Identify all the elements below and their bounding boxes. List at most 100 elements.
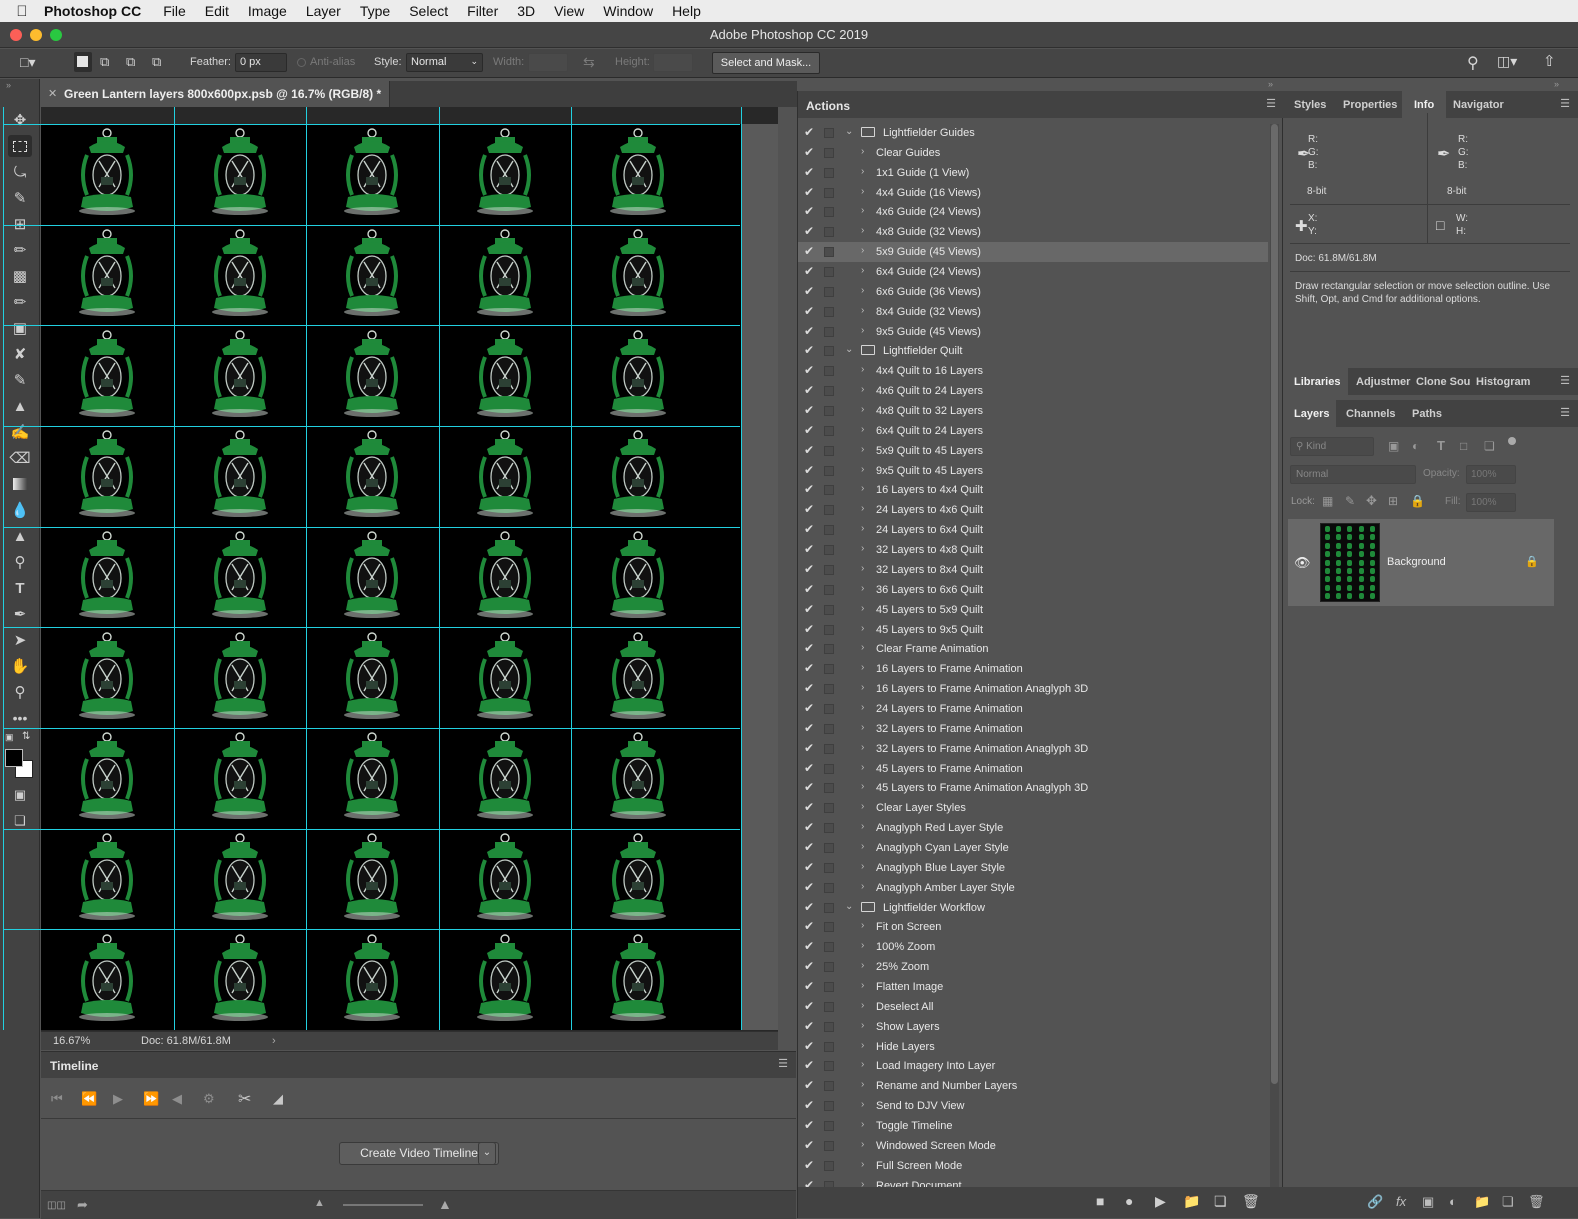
expand-chevron-right-icon[interactable]: › (861, 762, 864, 773)
action-row[interactable]: ✔ › 1x1 Guide (1 View) (798, 163, 1268, 183)
timeline-menu-icon[interactable]: ☰ (778, 1057, 788, 1070)
width-input[interactable] (528, 53, 568, 72)
action-row[interactable]: ✔ › Fit on Screen (798, 917, 1268, 937)
new-layer-icon[interactable]: ❏ (1502, 1194, 1514, 1210)
action-row[interactable]: ✔ › Load Imagery Into Layer (798, 1056, 1268, 1076)
tab-styles[interactable]: Styles (1294, 99, 1326, 111)
filter-smart-object-icon[interactable]: ❏ (1484, 439, 1495, 453)
action-toggle-checkmark-icon[interactable]: ✔ (804, 562, 814, 576)
adjustment-layer-icon[interactable]: ◐ (1449, 1194, 1457, 1209)
style-select[interactable]: Normal ⌄ (406, 53, 483, 72)
brush-icon[interactable]: ✏ (8, 291, 32, 313)
zoom-out-icon[interactable]: ▲ (314, 1197, 325, 1209)
rectangular-marquee-icon[interactable] (8, 135, 32, 157)
minimize-window-button[interactable] (30, 29, 42, 41)
action-row[interactable]: ✔ › 45 Layers to 5x9 Quilt (798, 600, 1268, 620)
expand-chevron-right-icon[interactable]: › (861, 543, 864, 554)
horizontal-guide[interactable] (3, 728, 740, 729)
action-toggle-checkmark-icon[interactable]: ✔ (804, 324, 814, 338)
expand-chevron-right-icon[interactable]: › (861, 245, 864, 256)
expand-chevron-right-icon[interactable]: › (861, 623, 864, 634)
expand-chevron-right-icon[interactable]: › (861, 404, 864, 415)
vertical-guide[interactable] (3, 107, 4, 1030)
expand-chevron-right-icon[interactable]: › (861, 205, 864, 216)
action-toggle-checkmark-icon[interactable]: ✔ (804, 1019, 814, 1033)
menu-window[interactable]: Window (603, 3, 653, 19)
action-toggle-checkmark-icon[interactable]: ✔ (804, 343, 814, 357)
action-set-row[interactable]: ✔ ⌄ Lightfielder Guides (798, 123, 1268, 143)
actions-scroll-thumb[interactable] (1271, 124, 1278, 1084)
expand-chevron-right-icon[interactable]: › (861, 265, 864, 276)
dialog-toggle-box[interactable] (824, 386, 834, 397)
antialias-checkbox[interactable] (297, 58, 306, 67)
expand-chevron-right-icon[interactable]: › (861, 980, 864, 991)
quick-mask-icon[interactable]: ▣ (8, 784, 32, 806)
action-row[interactable]: ✔ › 32 Layers to Frame Animation Anaglyph … (798, 739, 1268, 759)
dialog-toggle-box[interactable] (824, 962, 834, 973)
dialog-toggle-box[interactable] (824, 942, 834, 953)
tab-navigator[interactable]: Navigator (1453, 99, 1504, 111)
action-row[interactable]: ✔ › 24 Layers to 6x4 Quilt (798, 520, 1268, 540)
first-frame-icon[interactable]: ⏮ (51, 1091, 63, 1107)
expand-chevron-right-icon[interactable]: › (861, 920, 864, 931)
dialog-toggle-box[interactable] (824, 1140, 834, 1151)
expand-chevron-right-icon[interactable]: › (861, 285, 864, 296)
visibility-eye-icon[interactable]: 👁 (1294, 555, 1311, 571)
dialog-toggle-box[interactable] (824, 128, 834, 138)
action-toggle-checkmark-icon[interactable]: ✔ (804, 264, 814, 278)
dialog-toggle-box[interactable] (824, 783, 834, 794)
action-toggle-checkmark-icon[interactable]: ✔ (804, 1178, 814, 1187)
expand-chevron-right-icon[interactable]: › (861, 523, 864, 534)
action-toggle-checkmark-icon[interactable]: ✔ (804, 860, 814, 874)
lock-position-icon[interactable]: ✥ (1366, 493, 1377, 509)
create-video-timeline-button[interactable]: Create Video Timeline (339, 1142, 499, 1165)
action-row[interactable]: ✔ › Show Layers (798, 1017, 1268, 1037)
zoom-icon[interactable]: ⚲ (8, 681, 32, 703)
expand-chevron-right-icon[interactable]: › (861, 603, 864, 614)
action-row[interactable]: ✔ › Clear Frame Animation (798, 639, 1268, 659)
action-toggle-checkmark-icon[interactable]: ✔ (804, 1118, 814, 1132)
action-toggle-checkmark-icon[interactable]: ✔ (804, 304, 814, 318)
dialog-toggle-box[interactable] (824, 445, 834, 456)
dialog-toggle-box[interactable] (824, 147, 834, 158)
action-row[interactable]: ✔ › 24 Layers to 4x6 Quilt (798, 500, 1268, 520)
dialog-toggle-box[interactable] (824, 644, 834, 655)
dialog-toggle-box[interactable] (824, 624, 834, 635)
action-toggle-checkmark-icon[interactable]: ✔ (804, 284, 814, 298)
menu-view[interactable]: View (554, 3, 584, 19)
timeline-dropdown-icon[interactable]: ⌄ (478, 1142, 496, 1165)
action-row[interactable]: ✔ › Anaglyph Blue Layer Style (798, 858, 1268, 878)
dialog-toggle-box[interactable] (824, 743, 834, 754)
action-toggle-checkmark-icon[interactable]: ✔ (804, 1078, 814, 1092)
dialog-toggle-box[interactable] (824, 862, 834, 873)
filter-shape-icon[interactable]: □ (1460, 439, 1467, 453)
action-row[interactable]: ✔ › 6x4 Guide (24 Views) (798, 262, 1268, 282)
action-toggle-checkmark-icon[interactable]: ✔ (804, 582, 814, 596)
dialog-toggle-box[interactable] (824, 1061, 834, 1072)
lock-pixels-icon[interactable]: ✎ (1345, 494, 1355, 508)
paint-brush-icon[interactable]: ✎ (8, 369, 32, 391)
sharpen-icon[interactable]: ▲ (8, 525, 32, 547)
dialog-toggle-box[interactable] (824, 763, 834, 774)
action-row[interactable]: ✔ › 8x4 Guide (32 Views) (798, 302, 1268, 322)
action-row[interactable]: ✔ › Anaglyph Red Layer Style (798, 818, 1268, 838)
action-toggle-checkmark-icon[interactable]: ✔ (804, 681, 814, 695)
dialog-toggle-box[interactable] (824, 1001, 834, 1012)
lock-artboard-icon[interactable]: ⊞ (1388, 494, 1398, 508)
expand-chevron-right-icon[interactable]: › (861, 563, 864, 574)
layer-lock-icon[interactable]: 🔒 (1525, 555, 1539, 568)
action-row[interactable]: ✔ › 24 Layers to Frame Animation (798, 699, 1268, 719)
lock-transparent-icon[interactable]: ▦ (1322, 494, 1333, 508)
action-row[interactable]: ✔ › 36 Layers to 6x6 Quilt (798, 580, 1268, 600)
tab-properties[interactable]: Properties (1343, 99, 1397, 111)
play-icon[interactable]: ▶ (113, 1091, 123, 1107)
zoom-window-button[interactable] (50, 29, 62, 41)
action-row[interactable]: ✔ › 9x5 Guide (45 Views) (798, 322, 1268, 342)
swap-colors-icon[interactable]: ⇅ (22, 731, 30, 742)
dialog-toggle-box[interactable] (824, 723, 834, 734)
search-icon[interactable]: ⚲ (1467, 53, 1479, 73)
action-toggle-checkmark-icon[interactable]: ✔ (804, 602, 814, 616)
dialog-toggle-box[interactable] (824, 1121, 834, 1131)
expand-chevron-right-icon[interactable]: › (861, 662, 864, 673)
action-row[interactable]: ✔ › 32 Layers to Frame Animation (798, 719, 1268, 739)
